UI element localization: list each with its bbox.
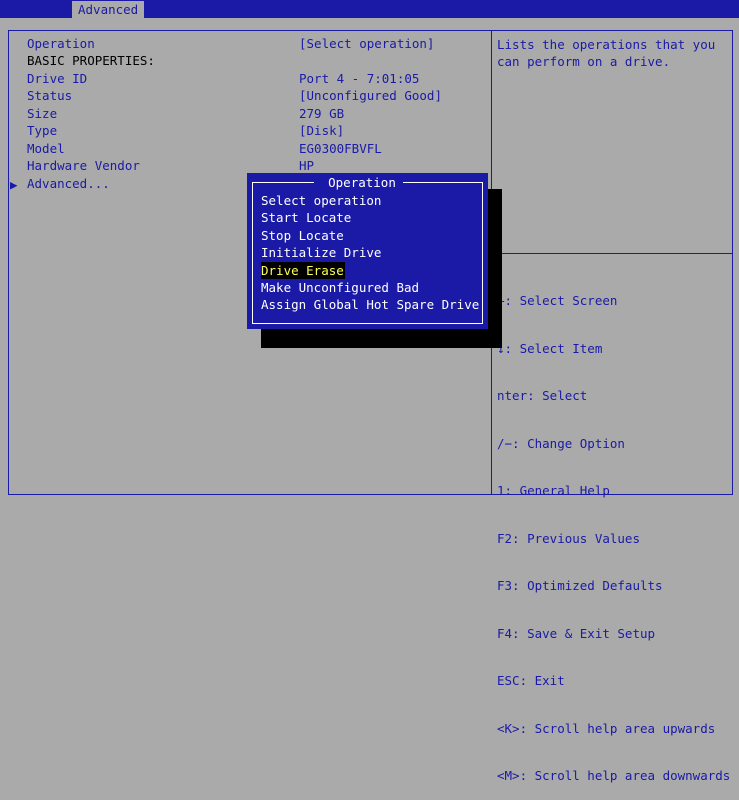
help-divider xyxy=(491,253,733,254)
option-initialize-drive[interactable]: Initialize Drive xyxy=(261,244,479,261)
option-label-selected: Drive Erase xyxy=(261,261,345,279)
key-legend: ←: Select Screen ↓: Select Item nter: Se… xyxy=(497,262,730,800)
key-hint: <K>: Scroll help area upwards xyxy=(497,720,716,736)
model-label: Model xyxy=(27,141,65,156)
option-stop-locate[interactable]: Stop Locate xyxy=(261,227,479,244)
key-hint: F2: Previous Values xyxy=(497,530,640,546)
option-drive-erase[interactable]: Drive Erase xyxy=(261,261,479,279)
option-label: Select operation xyxy=(261,193,382,208)
tab-advanced[interactable]: Advanced xyxy=(72,1,145,18)
section-heading: BASIC PROPERTIES: xyxy=(27,53,155,68)
option-assign-hot-spare[interactable]: Assign Global Hot Spare Drive xyxy=(261,296,479,313)
option-label: Assign Global Hot Spare Drive xyxy=(261,297,480,313)
operation-options-list: Select operation Start Locate Stop Locat… xyxy=(261,192,479,314)
drive-id-value: Port 4 - 7:01:05 xyxy=(299,71,420,86)
key-hint: <M>: Scroll help area downwards xyxy=(497,768,731,783)
type-value: [Disk] xyxy=(299,123,345,138)
vendor-value: HP xyxy=(299,158,315,173)
option-start-locate[interactable]: Start Locate xyxy=(261,209,479,226)
key-hint: ←: Select Screen xyxy=(497,293,618,308)
option-label: Start Locate xyxy=(261,210,352,226)
key-hint: F3: Optimized Defaults xyxy=(497,578,663,593)
key-hint: 1: General Help xyxy=(497,483,610,498)
advanced-submenu-link[interactable]: Advanced... xyxy=(27,175,110,192)
option-label: Make Unconfigured Bad xyxy=(261,279,420,295)
triangle-right-icon: ▶ xyxy=(10,177,18,192)
status-label: Status xyxy=(27,88,73,103)
option-select-operation[interactable]: Select operation xyxy=(261,192,479,209)
key-hint: ↓: Select Item xyxy=(497,340,603,356)
vendor-label: Hardware Vendor xyxy=(27,158,140,173)
popup-frame-top-left xyxy=(252,182,314,183)
operation-popup: Operation Select operation Start Locate … xyxy=(247,173,488,329)
type-label: Type xyxy=(27,123,58,138)
size-label: Size xyxy=(27,106,58,121)
operation-label[interactable]: Operation xyxy=(27,35,95,52)
key-hint: nter: Select xyxy=(497,388,588,403)
top-menu-bar: Advanced xyxy=(0,0,739,18)
popup-title: Operation xyxy=(328,175,396,190)
size-value: 279 GB xyxy=(299,106,345,121)
key-hint: /−: Change Option xyxy=(497,435,625,451)
status-value: [Unconfigured Good] xyxy=(299,88,442,103)
popup-frame-top-right xyxy=(403,182,483,183)
option-label: Stop Locate xyxy=(261,227,344,243)
help-description: Lists the operations that you can perfor… xyxy=(497,37,716,69)
key-hint: F4: Save & Exit Setup xyxy=(497,625,656,641)
model-value: EG0300FBVFL xyxy=(299,141,382,156)
operation-value[interactable]: [Select operation] xyxy=(299,35,434,52)
option-label: Initialize Drive xyxy=(261,245,382,261)
key-hint: ESC: Exit xyxy=(497,673,565,688)
drive-id-label: Drive ID xyxy=(27,71,88,86)
option-make-unconfigured-bad[interactable]: Make Unconfigured Bad xyxy=(261,279,479,296)
